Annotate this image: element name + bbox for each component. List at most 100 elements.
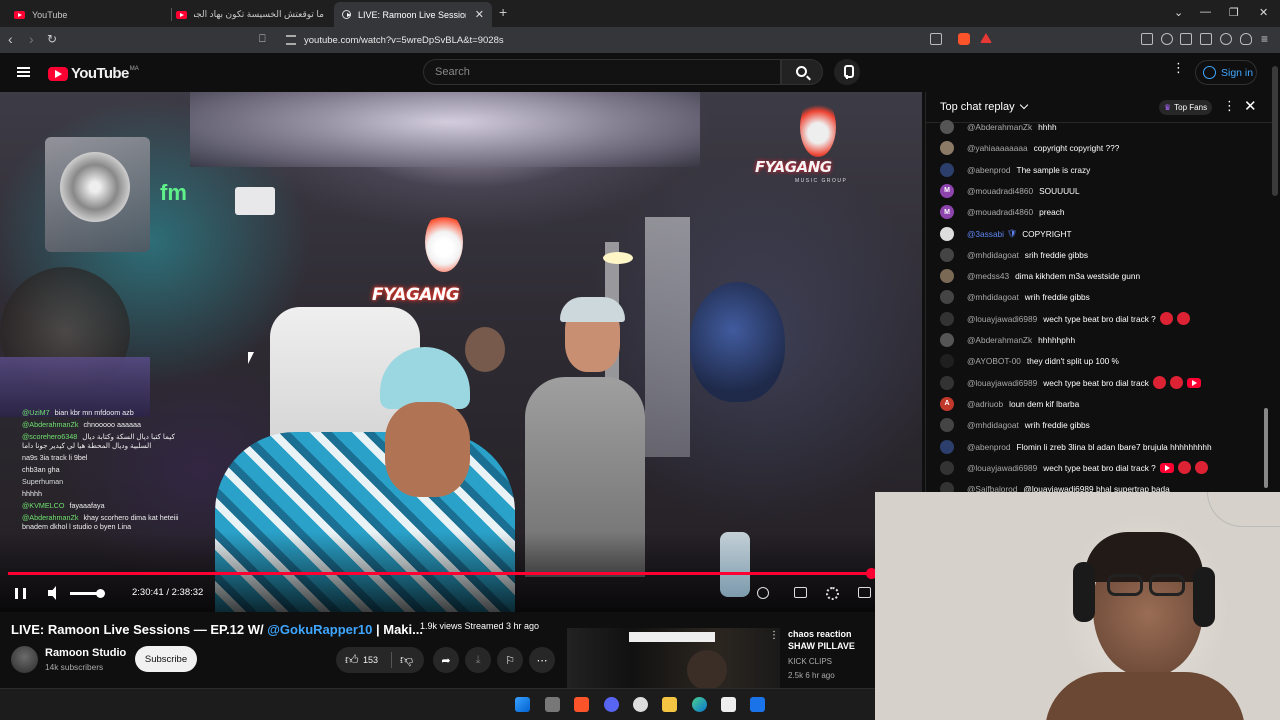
volume-icon[interactable]	[48, 586, 62, 600]
chat-author-avatar[interactable]	[940, 439, 954, 454]
close-window-button[interactable]: ✕	[1259, 6, 1268, 19]
like-thumbs-up-icon[interactable]: 👍︎	[345, 652, 359, 668]
reload-icon[interactable]: ↻	[47, 32, 57, 46]
chat-author-avatar[interactable]	[940, 375, 954, 390]
recommended-video-thumbnail[interactable]	[567, 628, 780, 690]
chat-author-name[interactable]: @Saifbalorod	[967, 484, 1017, 492]
search-button[interactable]	[781, 59, 823, 85]
volume-handle[interactable]	[96, 589, 105, 598]
chat-author-name[interactable]: @mouadradi4860	[967, 186, 1033, 196]
forward-arrow-icon[interactable]: ›	[29, 32, 34, 46]
chat-author-avatar[interactable]: A	[940, 396, 954, 411]
mail-icon[interactable]	[750, 697, 765, 712]
chat-author-avatar[interactable]	[940, 418, 954, 433]
share-button[interactable]: ➦	[433, 647, 459, 673]
more-actions-button[interactable]: ⋯	[529, 647, 555, 673]
media-controls-icon[interactable]	[1161, 33, 1173, 45]
chat-author-avatar[interactable]	[940, 354, 954, 369]
minimize-button[interactable]: —	[1200, 6, 1211, 18]
chat-scrollbar-thumb[interactable]	[1264, 408, 1268, 488]
chat-author-name[interactable]: @abenprod	[967, 165, 1011, 175]
tab-search-chevron-icon[interactable]: ⌄	[1174, 6, 1183, 19]
save-button[interactable]: ⚐	[497, 647, 523, 673]
wallet-icon[interactable]	[1200, 33, 1212, 45]
chat-author-name[interactable]: @louayjawadi6989	[967, 463, 1037, 473]
settings-kebab-icon[interactable]: ⋮	[1172, 61, 1185, 74]
chat-author-name[interactable]: @mhdidagoat	[967, 292, 1019, 302]
chat-author-avatar[interactable]	[940, 226, 954, 241]
edge-icon[interactable]	[692, 697, 707, 712]
recommended-more-icon[interactable]: ⋮	[769, 630, 779, 641]
extensions-icon[interactable]	[1141, 33, 1153, 45]
ai-assistant-icon[interactable]	[1220, 33, 1232, 45]
chat-author-avatar[interactable]: M	[940, 205, 954, 220]
chat-author-avatar[interactable]	[940, 269, 954, 284]
chat-author-avatar[interactable]	[940, 141, 954, 156]
chat-author-name[interactable]: @medss43	[967, 271, 1009, 281]
chat-author-avatar[interactable]	[940, 460, 954, 475]
chat-author-name[interactable]: @mhdidagoat	[967, 250, 1019, 260]
bookmark-icon[interactable]: ⎕	[259, 32, 266, 46]
sign-in-button[interactable]: Sign in	[1195, 60, 1257, 85]
chat-author-name[interactable]: @AbderahmanZk	[967, 122, 1032, 132]
chat-author-avatar[interactable]	[940, 120, 954, 134]
url-field[interactable]: youtube.com/watch?v=5wreDpSvBLA&t=9028s	[278, 30, 998, 50]
brave-rewards-icon[interactable]	[980, 33, 992, 43]
pause-button[interactable]	[15, 588, 26, 599]
browser-tab-youtube[interactable]: YouTube	[6, 2, 172, 27]
brave-browser-icon[interactable]	[574, 697, 589, 712]
back-arrow-icon[interactable]: ‹	[8, 32, 13, 46]
chat-author-name[interactable]: @abenprod	[967, 442, 1011, 452]
windows-start-icon[interactable]	[515, 697, 530, 712]
chat-author-name[interactable]: @louayjawadi6989	[967, 378, 1037, 388]
discord-icon[interactable]	[604, 697, 619, 712]
autoplay-toggle-icon[interactable]	[757, 587, 769, 599]
vpn-shield-icon[interactable]	[1240, 33, 1252, 45]
new-tab-button[interactable]: +	[499, 4, 507, 20]
chat-author-name[interactable]: @adriuob	[967, 399, 1003, 409]
settings-gear-icon[interactable]	[826, 587, 839, 600]
miniplayer-icon[interactable]	[858, 587, 871, 598]
page-scrollbar-thumb[interactable]	[1272, 66, 1278, 196]
chat-author-name[interactable]: @mouadradi4860	[967, 207, 1033, 217]
sidebar-icon[interactable]	[1180, 33, 1192, 45]
chat-author-name[interactable]: @louayjawadi6989	[967, 314, 1037, 324]
chrome-icon[interactable]	[633, 697, 648, 712]
chat-mode-dropdown[interactable]: Top chat replay	[940, 100, 1028, 113]
browser-tab-arabic-video[interactable]: ما توقعتش الخسيسة تكون بهاد الجمال |	[168, 2, 334, 27]
store-icon[interactable]	[721, 697, 736, 712]
browser-tab-live-active[interactable]: LIVE: Ramoon Live Sessions — ✕	[334, 2, 492, 27]
recommended-channel[interactable]: KICK CLIPS	[788, 657, 832, 666]
close-tab-icon[interactable]: ✕	[475, 8, 484, 21]
subscribe-button[interactable]: Subscribe	[135, 646, 197, 672]
task-view-icon[interactable]	[545, 697, 560, 712]
chat-author-avatar[interactable]	[940, 162, 954, 177]
close-chat-icon[interactable]: ✕	[1244, 97, 1257, 115]
screen-cast-icon[interactable]	[930, 33, 942, 45]
chat-author-avatar[interactable]	[940, 311, 954, 326]
chat-more-options-icon[interactable]: ⋮	[1223, 98, 1236, 114]
recommended-video-title[interactable]: chaos reaction SHAW PILLAVE	[788, 628, 878, 652]
file-explorer-icon[interactable]	[662, 697, 677, 712]
site-settings-icon[interactable]	[286, 35, 296, 45]
chat-author-avatar[interactable]	[940, 333, 954, 347]
chat-author-name[interactable]: @yahiaaaaaaaa	[967, 143, 1028, 153]
chat-author-name[interactable]: @mhdidagoat	[967, 420, 1019, 430]
chat-author-avatar[interactable]: M	[940, 183, 954, 198]
channel-avatar[interactable]	[11, 646, 38, 673]
dislike-thumbs-down-icon[interactable]: 👎︎	[400, 652, 413, 668]
chat-author-avatar[interactable]	[940, 290, 954, 305]
video-player[interactable]: fm FYAGANG FYAGANG MUSIC GROUP @UziM7 bia…	[0, 92, 922, 612]
subtitles-icon[interactable]	[794, 587, 807, 598]
chat-author-name[interactable]: @AYOBOT-00	[967, 356, 1021, 366]
chat-author-name[interactable]: @3assabi	[967, 229, 1004, 239]
channel-name[interactable]: Ramoon Studio	[45, 647, 126, 659]
chat-author-name[interactable]: @AbderahmanZk	[967, 335, 1032, 345]
youtube-logo[interactable]: YouTube MA	[48, 65, 139, 82]
search-input[interactable]: Search	[423, 59, 781, 85]
hamburger-menu-icon[interactable]	[17, 67, 30, 77]
title-mention-link[interactable]: @GokuRapper10	[267, 622, 372, 637]
top-fans-button[interactable]: ♛ Top Fans	[1159, 100, 1213, 115]
brave-shield-icon[interactable]	[958, 33, 970, 45]
chat-author-avatar[interactable]	[940, 482, 954, 492]
